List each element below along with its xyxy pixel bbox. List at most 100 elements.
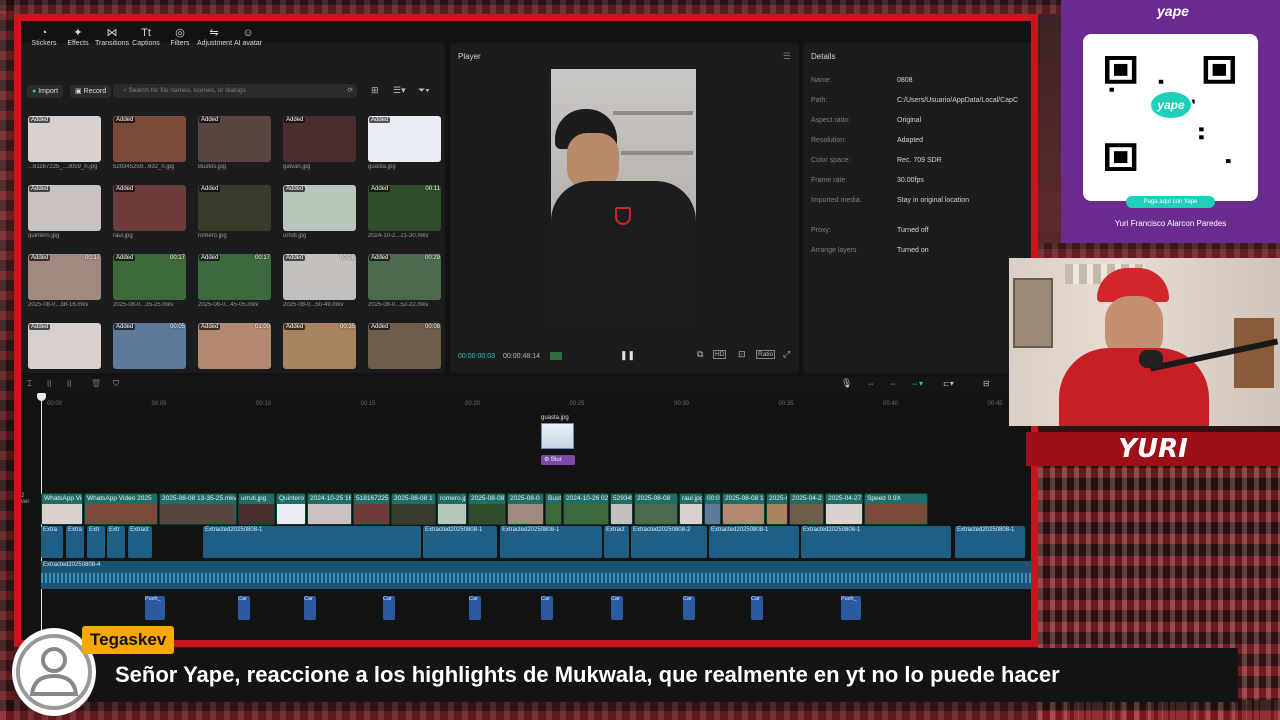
tool-captions[interactable]: Tt Captions [129, 27, 163, 47]
video-clip[interactable]: 2024-10-25 16 [307, 493, 352, 525]
video-clip[interactable]: 2025-08-08 13-35-25.mkv [159, 493, 237, 525]
video-clip[interactable]: 2024-10-26 02-1 [563, 493, 609, 525]
audio-clip[interactable]: Extract [128, 526, 152, 558]
media-tile[interactable]: Added [113, 185, 186, 231]
media-tile[interactable]: Added 01:00 [198, 323, 271, 369]
audio-clip[interactable]: Extract [604, 526, 629, 558]
video-clip[interactable]: 2025-04-27 [825, 493, 863, 525]
media-tile[interactable]: Added [198, 185, 271, 231]
audio-clip[interactable]: Extracted20250808-1 [423, 526, 497, 558]
audio-clip[interactable]: Extr [87, 526, 105, 558]
record-button[interactable]: ▣ Record [70, 85, 112, 98]
video-clip[interactable]: 2025-08-08 [468, 493, 506, 525]
video-clip[interactable]: 2025-08-08 [634, 493, 678, 525]
overlay-clip-label[interactable]: guasta.jpg [541, 415, 569, 421]
sort-icon[interactable]: ☰▾ [393, 85, 406, 96]
hd-icon[interactable]: HD [713, 350, 727, 359]
audio-clip[interactable]: Extra [41, 526, 63, 558]
audio-clip[interactable]: Extracted20250808-1 [709, 526, 799, 558]
screenshot-icon[interactable]: ⊡ [738, 349, 746, 360]
video-clip[interactable]: raul.jpg [679, 493, 703, 525]
audio-clip[interactable]: Extracted20250808-1 [955, 526, 1025, 558]
media-tile[interactable]: Added 00:17 [28, 254, 101, 300]
media-tile[interactable]: Added 00:29 [368, 254, 441, 300]
pause-button[interactable]: ❚❚ [620, 350, 635, 361]
video-clip[interactable]: romero.jpg [437, 493, 467, 525]
shield-icon[interactable]: ⛉ [113, 379, 119, 389]
audio-clip[interactable]: Extra [66, 526, 84, 558]
media-tile[interactable]: Added [113, 116, 186, 162]
video-clip[interactable]: 518167225 [353, 493, 390, 525]
audio-clip[interactable]: Extr [107, 526, 125, 558]
sfx-clip[interactable]: Car [683, 596, 695, 620]
sfx-clip[interactable]: Car [751, 596, 763, 620]
tool-ai-avatar[interactable]: ☺ AI avatar [231, 27, 265, 47]
sfx-clip[interactable]: Car [541, 596, 553, 620]
filter-icon[interactable]: ⏷▾ [418, 85, 430, 96]
video-clip[interactable]: 00:00 [704, 493, 721, 525]
video-clip[interactable]: 2025-0 [766, 493, 788, 525]
sfx-clip[interactable]: Car [611, 596, 623, 620]
preview-axis-icon[interactable]: ⇔▾ [911, 379, 923, 388]
media-tile[interactable]: Added 00:08 [283, 254, 356, 300]
video-clip[interactable]: 2025-08-08 1 [391, 493, 436, 525]
blur-effect-chip[interactable]: ⚙ Blur [541, 455, 575, 465]
video-clip[interactable]: Quintero [276, 493, 306, 525]
crop-icon[interactable]: ⧉ [697, 349, 703, 360]
sfx-clip[interactable]: Car [469, 596, 481, 620]
media-tile[interactable]: Added 00:17 [113, 254, 186, 300]
music-clip[interactable]: Extracted20250808-4 [41, 561, 1031, 589]
split-right-icon[interactable]: ⌷ [67, 379, 72, 389]
video-clip[interactable]: WhatsApp Video 2025 [84, 493, 158, 525]
grid-view-icon[interactable]: ⊞ [371, 85, 379, 96]
overlay-clip[interactable] [541, 423, 574, 449]
video-clip[interactable]: 2025-04-2 [789, 493, 824, 525]
sfx-clip[interactable]: Push_ [841, 596, 861, 620]
audio-clip[interactable]: Extracted20250808-1 [801, 526, 951, 558]
delete-icon[interactable]: 🗑 [91, 379, 101, 388]
caption-icon[interactable]: ⊏▾ [943, 379, 954, 388]
sfx-clip[interactable]: Car [383, 596, 395, 620]
video-clip[interactable]: urruti.jpg [238, 493, 275, 525]
media-tile[interactable]: Added [368, 116, 441, 162]
media-tile[interactable]: Added 00:11 [368, 185, 441, 231]
link-toggle-icon[interactable]: ⇔ [867, 379, 875, 388]
microphone-icon[interactable]: 🎙 [841, 378, 852, 389]
video-clip[interactable]: 2025-08-08 13 [722, 493, 765, 525]
player-menu-icon[interactable]: ☰ [783, 51, 791, 62]
media-tile[interactable]: Added [198, 116, 271, 162]
video-clip[interactable]: Speed 0.9X [864, 493, 928, 525]
monitor-icon[interactable]: ⊟ [983, 379, 990, 388]
media-tile[interactable]: Added [28, 323, 101, 369]
tool-effects[interactable]: ✦ Effects [61, 27, 95, 47]
tool-transitions[interactable]: ⋈ Transitions [95, 27, 129, 47]
video-clip[interactable]: Busto [545, 493, 562, 525]
magnet-toggle-icon[interactable]: ⇔ [889, 379, 897, 388]
tool-adjustment[interactable]: ⇋ Adjustment [197, 27, 232, 47]
tool-filters[interactable]: ◎ Filters [163, 27, 197, 47]
media-tile[interactable]: Added 00:35 [283, 323, 356, 369]
playhead-handle[interactable] [37, 393, 46, 401]
video-clip[interactable]: WhatsApp Vid [41, 493, 83, 525]
media-tile[interactable]: Added 00:17 [198, 254, 271, 300]
media-tile[interactable]: Added [283, 116, 356, 162]
fullscreen-icon[interactable]: ⤢ [783, 349, 790, 360]
ratio-button[interactable]: Ratio [756, 350, 776, 359]
media-tile[interactable]: Added [28, 185, 101, 231]
tool-stickers[interactable]: ◔ Stickers [27, 27, 61, 47]
media-search-input[interactable]: ⌕ Search for file names, scenes, or dial… [113, 84, 357, 98]
media-tile[interactable]: Added [28, 116, 101, 162]
audio-clip[interactable]: Extracted20250808-1 [500, 526, 602, 558]
media-tile[interactable]: Added 00:05 [113, 323, 186, 369]
audio-clip[interactable]: Extracted20250808-1 [203, 526, 421, 558]
video-clip[interactable]: 529345 [610, 493, 633, 525]
media-tile[interactable]: Added [283, 185, 356, 231]
video-clip[interactable]: 2025-08-0 [507, 493, 544, 525]
sfx-clip[interactable]: Car [304, 596, 316, 620]
refresh-icon[interactable]: ⟳ [348, 84, 353, 98]
import-button[interactable]: ● Import [27, 85, 64, 98]
select-tool-icon[interactable]: ⌶ [27, 379, 32, 389]
split-icon[interactable]: ⌷ [47, 379, 52, 389]
sfx-clip[interactable]: Push_ [145, 596, 165, 620]
audio-clip[interactable]: Extracted20250808-2 [631, 526, 707, 558]
